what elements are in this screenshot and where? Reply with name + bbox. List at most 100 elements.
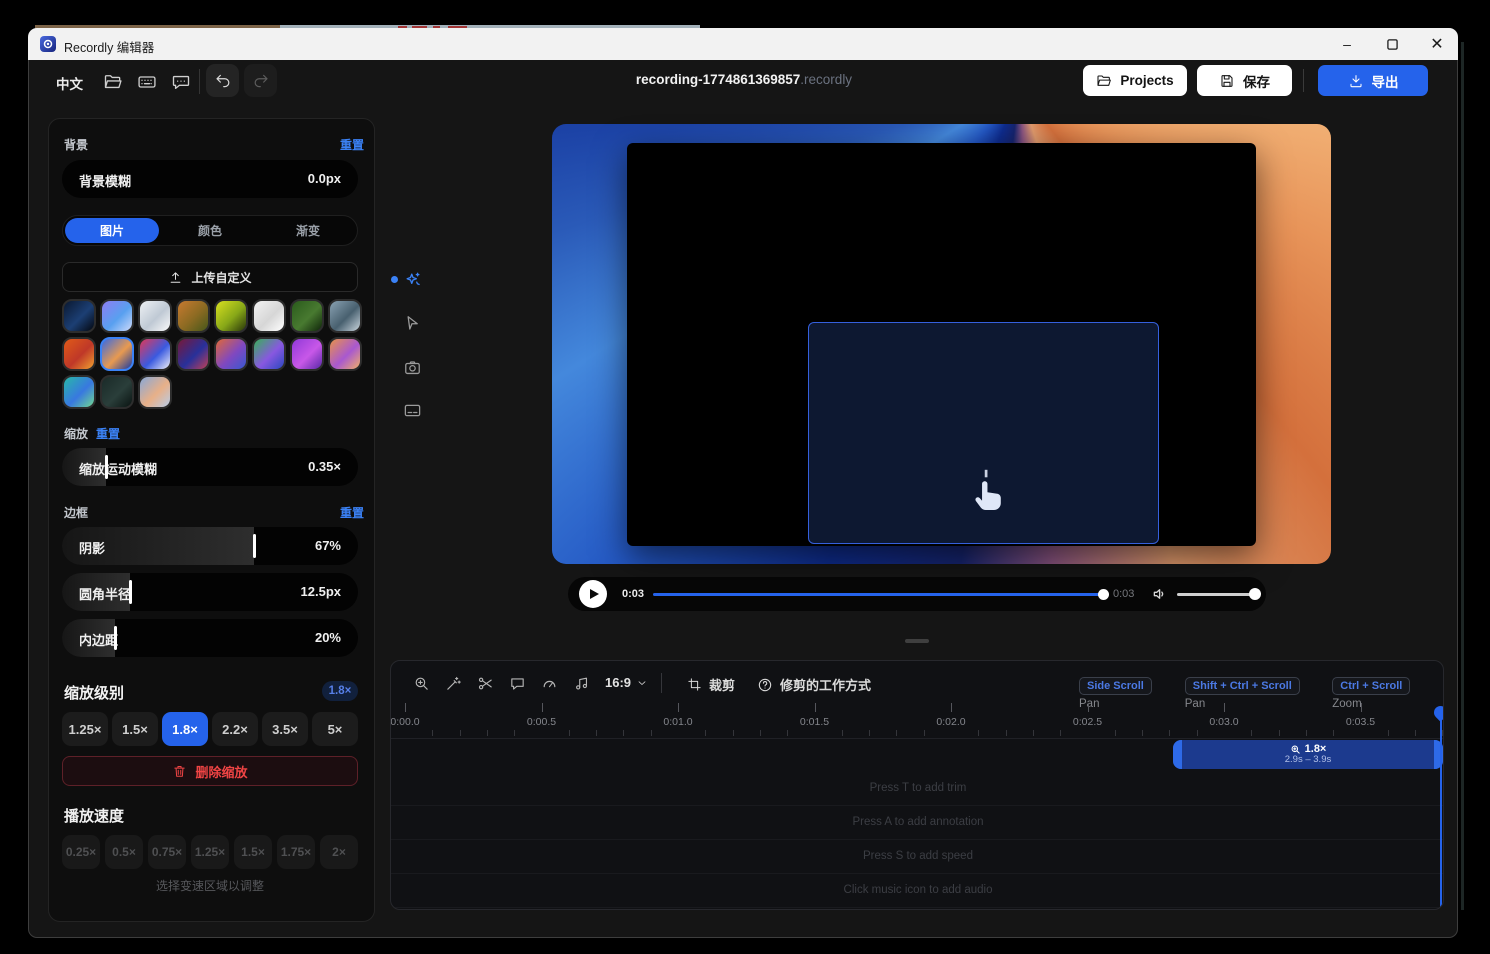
maximize-button[interactable]: [1369, 28, 1415, 60]
scissors-icon[interactable]: [477, 675, 494, 692]
ruler-time-label: 0:00.0: [390, 716, 419, 728]
upload-custom-button[interactable]: 上传自定义: [62, 262, 358, 292]
shadow-slider[interactable]: 阴影 67%: [62, 527, 358, 565]
speed-button[interactable]: 1.75×: [277, 835, 315, 869]
background-thumbnail-blue-orange-rays[interactable]: [100, 337, 134, 371]
background-thumbnail-green-plants[interactable]: [290, 299, 324, 333]
close-button[interactable]: ✕: [1414, 28, 1460, 60]
zoom-level-button[interactable]: 2.2×: [212, 712, 258, 746]
speed-button[interactable]: 0.75×: [148, 835, 186, 869]
speed-button[interactable]: 1.5×: [234, 835, 272, 869]
caption-tool-icon[interactable]: [403, 401, 423, 421]
zoom-level-button[interactable]: 5×: [312, 712, 358, 746]
border-reset-link[interactable]: 重置: [340, 504, 364, 521]
zoom-motion-blur-slider[interactable]: 缩放运动模糊 0.35×: [62, 448, 358, 486]
speed-button[interactable]: 0.25×: [62, 835, 100, 869]
screen: { "window": { "title": "Recordly 编辑器", "…: [0, 0, 1490, 954]
zoom-reset-link[interactable]: 重置: [96, 425, 120, 442]
timeline-zoom-in-icon[interactable]: [413, 675, 430, 692]
background-tab[interactable]: 渐变: [261, 218, 355, 243]
background-thumbnail-green-purple-aurora[interactable]: [252, 337, 286, 371]
padding-slider[interactable]: 内边距 20%: [62, 619, 358, 657]
aspect-ratio-dropdown[interactable]: 16:9: [605, 675, 648, 690]
minimize-button[interactable]: –: [1324, 28, 1370, 60]
save-label: 保存: [1243, 71, 1270, 91]
speed-track-row[interactable]: Press S to add speed: [391, 839, 1444, 874]
background-thumbnail-soft-clouds[interactable]: [138, 375, 172, 409]
zoom-motion-blur-label: 缩放运动模糊: [79, 459, 157, 478]
annotation-bubble-icon[interactable]: [509, 675, 526, 692]
ruler-time-label: 0:00.5: [527, 716, 556, 728]
background-thumbnail-orange-flower[interactable]: [62, 337, 96, 371]
trim-help-button[interactable]: 修剪的工作方式: [757, 675, 871, 694]
playhead-line[interactable]: [1440, 707, 1442, 909]
zoom-level-button[interactable]: 1.5×: [112, 712, 158, 746]
background-tab[interactable]: 颜色: [163, 218, 257, 243]
background-thumbnail-red-blue-waves[interactable]: [138, 337, 172, 371]
background-thumbnail-autumn-landscape[interactable]: [176, 299, 210, 333]
timeline-panel: 16:9 裁剪 修剪的工作方式 Side Scroll PanShift + C…: [390, 660, 1444, 910]
ruler-time-label: 0:03.5: [1346, 716, 1375, 728]
language-button[interactable]: 中文: [56, 73, 83, 93]
progress-bar[interactable]: [653, 593, 1104, 596]
background-reset-link[interactable]: 重置: [340, 136, 364, 153]
camera-tool-icon[interactable]: [403, 358, 423, 378]
save-button[interactable]: 保存: [1197, 65, 1292, 96]
volume-knob[interactable]: [1249, 588, 1261, 600]
crop-button[interactable]: 裁剪: [687, 675, 735, 694]
play-button[interactable]: [579, 580, 607, 608]
zoom-region-left-handle[interactable]: [1173, 740, 1182, 769]
annotation-track-row[interactable]: Press A to add annotation: [391, 805, 1444, 840]
background-thumbnail-snowy-mountain[interactable]: [138, 299, 172, 333]
background-thumbnail-purple-blue-gradient[interactable]: [100, 299, 134, 333]
audio-track-row[interactable]: Click music icon to add audio: [391, 873, 1444, 908]
speed-button[interactable]: 0.5×: [105, 835, 143, 869]
zoom-region-block[interactable]: 1.8× 2.9s – 3.9s: [1173, 740, 1443, 769]
undo-button[interactable]: [206, 64, 239, 97]
zoom-level-button[interactable]: 1.8×: [162, 712, 208, 746]
zoom-level-button[interactable]: 3.5×: [262, 712, 308, 746]
corner-radius-slider[interactable]: 圆角半径 12.5px: [62, 573, 358, 611]
panel-resize-handle[interactable]: [905, 639, 929, 643]
shadow-label: 阴影: [79, 538, 105, 557]
background-type-tabs: 图片颜色渐变: [62, 215, 358, 246]
volume-slider[interactable]: [1177, 593, 1255, 596]
progress-knob[interactable]: [1098, 589, 1109, 600]
delete-zoom-label: 删除缩放: [195, 762, 247, 781]
delete-zoom-button[interactable]: 删除缩放: [62, 756, 358, 786]
open-project-icon[interactable]: [103, 72, 123, 92]
background-thumbnail-orange-purple-blue[interactable]: [214, 337, 248, 371]
projects-button[interactable]: Projects: [1083, 65, 1187, 96]
background-thumbnail-orange-purple-rays[interactable]: [328, 337, 362, 371]
crop-icon: [687, 677, 702, 692]
speed-button[interactable]: 1.25×: [191, 835, 229, 869]
background-thumbnail-teal-blue-rays[interactable]: [62, 375, 96, 409]
feedback-icon[interactable]: [171, 72, 191, 92]
background-blur-slider[interactable]: 背景模糊 0.0px: [62, 160, 358, 198]
background-thumbnail-dark-mountain-night[interactable]: [100, 375, 134, 409]
background-thumbnail-purple-magenta[interactable]: [290, 337, 324, 371]
export-label: 导出: [1372, 71, 1399, 91]
background-tab[interactable]: 图片: [65, 218, 159, 243]
auto-zoom-sparkles-icon[interactable]: [403, 270, 423, 290]
background-thumbnail-dark-red-blue[interactable]: [176, 337, 210, 371]
chevron-down-icon: [636, 677, 648, 689]
zoom-level-button[interactable]: 1.25×: [62, 712, 108, 746]
background-thumbnail-dark-blue-abstract[interactable]: [62, 299, 96, 333]
background-window-sliver-right: [1461, 42, 1464, 910]
scroll-hint-keys: Ctrl + Scroll: [1332, 677, 1410, 695]
music-icon[interactable]: [573, 675, 590, 692]
cursor-tool-icon[interactable]: [403, 314, 423, 334]
background-thumbnail-yellow-green-abstract[interactable]: [214, 299, 248, 333]
redo-button[interactable]: [244, 64, 277, 97]
export-button[interactable]: 导出: [1318, 65, 1428, 96]
trim-track-row[interactable]: Press T to add trim: [391, 771, 1444, 806]
speed-gauge-icon[interactable]: [541, 675, 558, 692]
volume-icon[interactable]: [1151, 585, 1169, 603]
background-thumbnail-mountain-lake[interactable]: [328, 299, 362, 333]
background-thumbnail-white-ripple[interactable]: [252, 299, 286, 333]
speed-button[interactable]: 2×: [320, 835, 358, 869]
keyboard-shortcuts-icon[interactable]: [137, 72, 157, 92]
magic-wand-icon[interactable]: [445, 675, 462, 692]
timeline-ruler[interactable]: 0:00.00:00.50:01.00:01.50:02.00:02.50:03…: [391, 701, 1444, 739]
